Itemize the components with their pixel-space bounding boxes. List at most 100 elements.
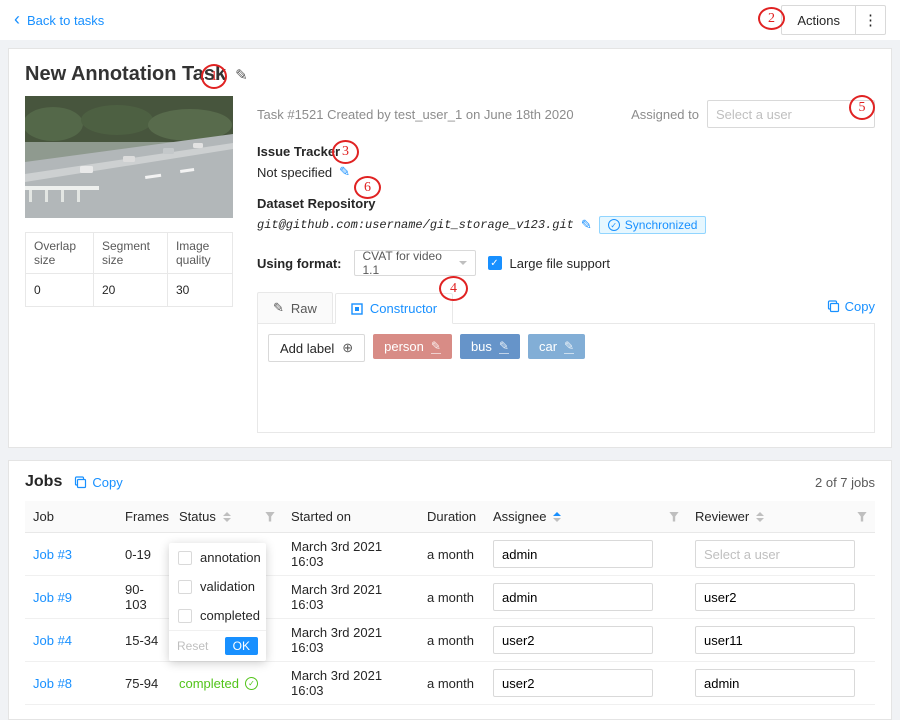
- sort-icon[interactable]: [756, 512, 764, 522]
- edit-repository-icon[interactable]: ✎: [581, 217, 592, 233]
- param-value-overlap: 0: [26, 274, 94, 307]
- assignee-input[interactable]: [493, 540, 653, 568]
- tab-constructor[interactable]: Constructor: [335, 293, 453, 324]
- label-chip-person-name: person: [384, 339, 424, 354]
- assignee-input[interactable]: [493, 669, 653, 697]
- copy-labels-link[interactable]: Copy: [827, 299, 875, 314]
- format-select[interactable]: CVAT for video 1.1: [354, 250, 476, 276]
- frames-cell: 90-103: [117, 576, 171, 619]
- copy-jobs-link[interactable]: Copy: [74, 475, 122, 490]
- col-assignee[interactable]: Assignee: [485, 501, 687, 533]
- filter-icon[interactable]: [669, 512, 679, 522]
- job-link[interactable]: Job #9: [33, 590, 72, 605]
- check-circle-icon: ✓: [608, 219, 620, 231]
- filter-ok-button[interactable]: OK: [225, 637, 258, 655]
- col-reviewer[interactable]: Reviewer: [687, 501, 875, 533]
- callout-4: 4: [439, 276, 468, 301]
- add-label-button[interactable]: Add label ⊕: [268, 334, 365, 362]
- callout-3: 3: [332, 140, 359, 164]
- tab-raw[interactable]: ✎ Raw: [257, 292, 333, 324]
- actions-button[interactable]: Actions: [781, 5, 856, 35]
- duration-cell: a month: [419, 662, 485, 705]
- assignee-input[interactable]: [493, 583, 653, 611]
- sort-icon[interactable]: [553, 512, 561, 522]
- checkbox-icon[interactable]: [178, 580, 192, 594]
- task-preview-image: [25, 96, 233, 218]
- started-cell: March 3rd 2021 16:03: [283, 619, 419, 662]
- reviewer-input[interactable]: [695, 669, 855, 697]
- table-row: Job #4 15-34 March 3rd 2021 16:03 a mont…: [25, 619, 875, 662]
- param-value-quality: 30: [167, 274, 232, 307]
- col-assignee-label: Assignee: [493, 509, 546, 524]
- label-chip-bus-name: bus: [471, 339, 492, 354]
- callout-1: 1: [201, 64, 227, 89]
- filter-option-label: completed: [200, 608, 260, 623]
- labels-tabs: ✎ Raw Constructor Copy: [257, 292, 875, 323]
- copy-labels-label: Copy: [845, 299, 875, 314]
- edit-issue-tracker-icon[interactable]: ✎: [339, 164, 350, 180]
- col-status[interactable]: Status: [171, 501, 283, 533]
- job-link[interactable]: Job #3: [33, 547, 72, 562]
- duration-cell: a month: [419, 619, 485, 662]
- copy-jobs-label: Copy: [92, 475, 122, 490]
- edit-label-icon[interactable]: ✎: [431, 339, 441, 354]
- reviewer-input[interactable]: [695, 540, 855, 568]
- back-to-tasks-link[interactable]: ‹ Back to tasks: [14, 12, 104, 28]
- reviewer-input[interactable]: [695, 583, 855, 611]
- job-link[interactable]: Job #8: [33, 676, 72, 691]
- sort-icon[interactable]: [223, 512, 231, 522]
- more-vertical-icon[interactable]: ⋮: [856, 5, 886, 35]
- jobs-title: Jobs: [25, 473, 62, 491]
- frames-cell: 0-19: [117, 533, 171, 576]
- task-title-row: New Annotation Task ✎: [25, 57, 875, 96]
- label-chip-bus[interactable]: bus ✎: [460, 334, 520, 359]
- chevron-down-icon: [459, 261, 467, 265]
- filter-option-label: annotation: [200, 550, 261, 565]
- label-chip-car-name: car: [539, 339, 557, 354]
- checkbox-icon[interactable]: [178, 551, 192, 565]
- pencil-icon: ✎: [273, 300, 284, 316]
- label-chip-car[interactable]: car ✎: [528, 334, 585, 359]
- callout-6: 6: [354, 176, 381, 199]
- reviewer-input[interactable]: [695, 626, 855, 654]
- filter-option-validation[interactable]: validation: [169, 572, 266, 601]
- dataset-repository-section: Dataset Repository git@github.com:userna…: [257, 196, 875, 234]
- col-frames: Frames: [117, 501, 171, 533]
- table-row: Job #9 90-103 March 3rd 2021 16:03 a mon…: [25, 576, 875, 619]
- frames-cell: 75-94: [117, 662, 171, 705]
- filter-option-completed[interactable]: completed: [169, 601, 266, 630]
- callout-2: 2: [758, 7, 785, 30]
- filter-icon[interactable]: [265, 512, 275, 522]
- col-duration: Duration: [419, 501, 485, 533]
- checkbox-icon[interactable]: [178, 609, 192, 623]
- add-label-label: Add label: [280, 341, 334, 356]
- filter-option-annotation[interactable]: annotation: [169, 543, 266, 572]
- param-header-quality: Image quality: [167, 233, 232, 274]
- started-cell: March 3rd 2021 16:03: [283, 662, 419, 705]
- task-left-column: Overlap size Segment size Image quality …: [25, 96, 233, 433]
- actions-button-group: Actions ⋮: [781, 5, 886, 35]
- label-chip-person[interactable]: person ✎: [373, 334, 452, 359]
- started-cell: March 3rd 2021 16:03: [283, 576, 419, 619]
- edit-title-icon[interactable]: ✎: [235, 66, 248, 84]
- filter-reset-button[interactable]: Reset: [177, 639, 208, 653]
- assignee-input[interactable]: [493, 626, 653, 654]
- dataset-repository-label: Dataset Repository: [257, 196, 875, 211]
- col-started: Started on: [283, 501, 419, 533]
- copy-icon: [827, 300, 840, 313]
- col-job: Job: [25, 501, 117, 533]
- edit-label-icon[interactable]: ✎: [564, 339, 574, 354]
- block-icon: [351, 303, 363, 315]
- edit-label-icon[interactable]: ✎: [499, 339, 509, 354]
- filter-icon[interactable]: [857, 512, 867, 522]
- param-value-segment: 20: [93, 274, 167, 307]
- large-file-label: Large file support: [510, 256, 610, 271]
- job-link[interactable]: Job #4: [33, 633, 72, 648]
- task-meta-text: Task #1521 Created by test_user_1 on Jun…: [257, 107, 574, 122]
- plus-circle-icon: ⊕: [342, 340, 353, 356]
- large-file-checkbox[interactable]: ✓: [488, 256, 502, 270]
- col-status-label: Status: [179, 509, 216, 524]
- callout-5: 5: [849, 95, 875, 120]
- format-row: Using format: CVAT for video 1.1 ✓ Large…: [257, 250, 875, 276]
- labels-constructor-panel: Add label ⊕ person ✎ bus ✎ car ✎: [257, 323, 875, 433]
